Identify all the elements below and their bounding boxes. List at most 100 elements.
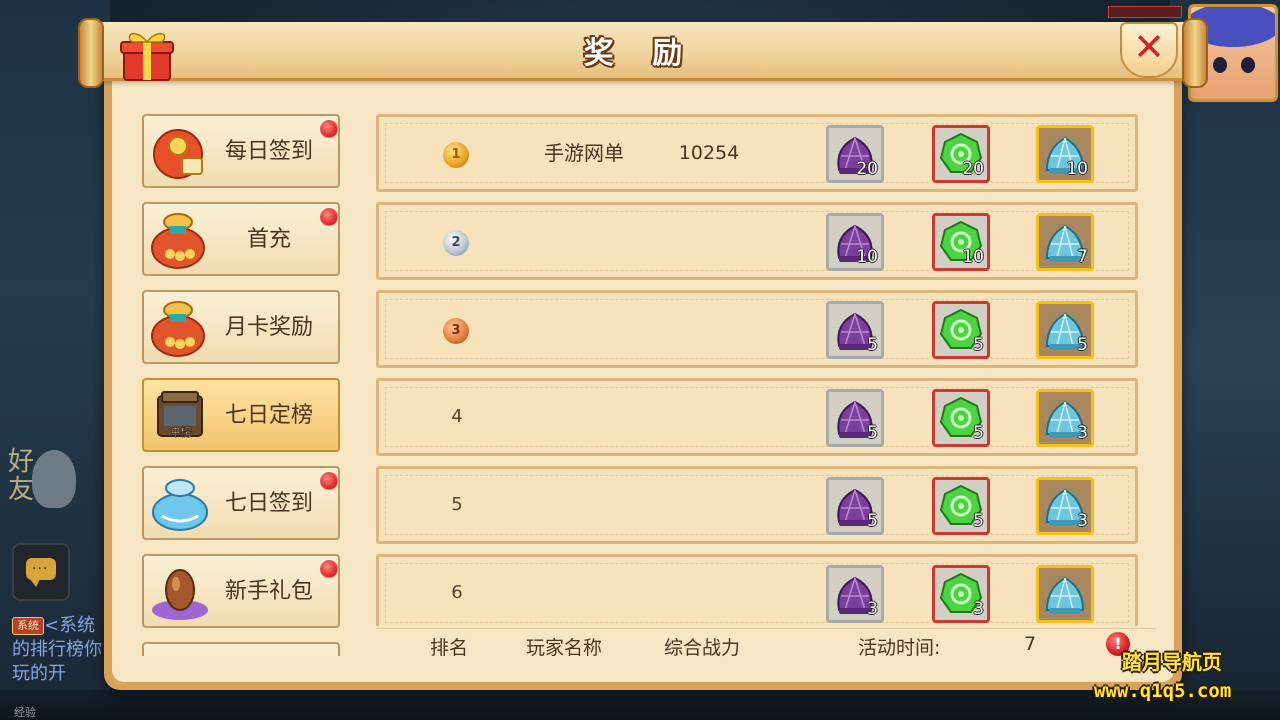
ranking-chest-icon: 冲榜	[157, 391, 203, 439]
activity-time-label: 活动时间:	[858, 637, 941, 659]
reward-slot[interactable]: 3	[1036, 477, 1094, 535]
ranking-icon-text: 冲榜	[168, 424, 192, 439]
sidebar-item-newbie-gift[interactable]: 新手礼包	[142, 554, 340, 628]
column-player-label: 玩家名称	[526, 637, 603, 659]
xp-label: 经验	[14, 706, 36, 719]
rank-number: 4	[451, 406, 463, 427]
sidebar-item-first-recharge[interactable]: 首充	[142, 202, 340, 276]
sidebar-item-daily-signin[interactable]: 每日签到	[142, 114, 340, 188]
watermark-title: 踏月导航页	[1122, 650, 1222, 674]
ranking-row: 4 5 5 3	[376, 378, 1138, 456]
close-button[interactable]: ✕	[1120, 22, 1178, 78]
reward-quantity: 20	[856, 159, 878, 179]
row-border	[385, 563, 1129, 623]
ranking-row: 5 5 5 3	[376, 466, 1138, 544]
friend-button[interactable]: 好友	[6, 448, 78, 520]
magic-egg-icon	[152, 569, 208, 620]
gift-box-icon	[120, 32, 174, 81]
sidebar-item-label: 七日签到	[224, 491, 313, 516]
player-name: 手游网单	[544, 141, 624, 165]
bronze-medal-icon: 3	[443, 318, 469, 344]
page-title: 奖 励	[583, 36, 697, 71]
row-border	[385, 299, 1129, 359]
notification-badge	[320, 472, 338, 490]
reward-quantity: 3	[867, 599, 878, 619]
sidebar-item-label: 每日签到	[224, 139, 313, 164]
sidebar-item-label: 月卡奖励	[224, 315, 313, 340]
reward-quantity: 5	[867, 423, 878, 443]
rank-number: 5	[451, 494, 463, 515]
silver-medal-icon: 2	[443, 230, 469, 256]
reward-quantity: 3	[973, 599, 984, 619]
reward-quantity: 5	[867, 511, 878, 531]
gold-medal-icon: 1	[443, 142, 469, 168]
reward-slot[interactable]: 7	[1036, 213, 1094, 271]
reward-slot[interactable]: 3	[1036, 389, 1094, 447]
row-border	[385, 475, 1129, 535]
system-tag: 系统	[12, 617, 44, 635]
reward-quantity: 10	[856, 247, 878, 267]
friend-label: 好友	[7, 447, 34, 505]
reward-slot[interactable]: 20	[932, 125, 990, 183]
ranking-row: 6 3 3	[376, 554, 1138, 626]
reward-quantity: 5	[973, 335, 984, 355]
reward-quantity: 5	[1077, 335, 1088, 355]
notification-badge	[320, 120, 338, 138]
reward-slot[interactable]: 5	[932, 301, 990, 359]
scroll-end-left	[78, 18, 104, 88]
ranking-footer: 排名 玩家名称 综合战力 活动时间: 7	[376, 628, 1156, 663]
column-power-label: 综合战力	[664, 637, 741, 659]
sidebar-item-label: 首充	[246, 227, 291, 252]
rank-number: 6	[451, 582, 463, 603]
reward-slot[interactable]: 5	[826, 389, 884, 447]
blue-bag-icon	[152, 479, 208, 531]
reward-slot[interactable]: 20	[826, 125, 884, 183]
ranking-list[interactable]: 1 手游网单 10254 20 20 10 2 10 10 7 3 5 5 5 4 5 5 3 5 5 5 3 6 3 3	[376, 114, 1140, 626]
notification-badge	[320, 208, 338, 226]
reward-slot[interactable]	[1036, 565, 1094, 623]
reward-quantity: 3	[1077, 423, 1088, 443]
row-border	[385, 211, 1129, 271]
reward-slot[interactable]: 3	[932, 565, 990, 623]
player-hp-bar	[1108, 6, 1182, 18]
activity-time-value: 7	[1024, 633, 1037, 655]
sidebar-item-seven-day-signin[interactable]: 七日签到	[142, 466, 340, 540]
sidebar-item-partial[interactable]	[142, 642, 340, 656]
watermark-url: www.q1q5.com	[1094, 680, 1232, 702]
reward-quantity: 7	[1077, 247, 1088, 267]
reward-slot[interactable]: 5	[1036, 301, 1094, 359]
reward-slot[interactable]: 10	[932, 213, 990, 271]
background-scene-right	[1170, 0, 1280, 720]
ranking-row: 1 手游网单 10254 20 20 10	[376, 114, 1138, 192]
sidebar-item-label: 七日定榜	[224, 403, 313, 428]
sidebar-item-monthly-card[interactable]: 月卡奖励	[142, 290, 340, 364]
close-icon: ✕	[1133, 25, 1165, 69]
ranking-row: 3 5 5 5	[376, 290, 1138, 368]
reward-slot[interactable]: 3	[826, 565, 884, 623]
treasure-bag-icon	[151, 213, 205, 269]
sidebar: 每日签到 首充 月卡奖励 冲榜 七日定榜 七日签到 新手礼包	[142, 114, 344, 656]
reward-quantity: 3	[1077, 511, 1088, 531]
reward-slot[interactable]: 10	[1036, 125, 1094, 183]
reward-slot[interactable]: 5	[826, 301, 884, 359]
reward-quantity: 5	[973, 511, 984, 531]
chat-button[interactable]: ···	[12, 543, 70, 601]
treasure-bag-icon	[151, 301, 205, 357]
background-scene-left	[0, 0, 110, 720]
reward-quantity: 5	[867, 335, 878, 355]
ranking-row: 2 10 10 7	[376, 202, 1138, 280]
sidebar-item-seven-day-ranking[interactable]: 冲榜 七日定榜	[142, 378, 340, 452]
reward-quantity: 5	[973, 423, 984, 443]
reward-slot[interactable]: 5	[932, 389, 990, 447]
scroll-end-right	[1182, 18, 1208, 88]
reward-slot[interactable]: 5	[826, 477, 884, 535]
red-envelope-icon	[153, 129, 203, 179]
sidebar-item-label: 新手礼包	[224, 579, 313, 604]
column-rank-label: 排名	[430, 637, 469, 659]
reward-quantity: 20	[962, 159, 984, 179]
system-chat-message: 系统 <系统的排行榜你玩的开	[12, 614, 112, 686]
notification-badge	[320, 560, 338, 578]
reward-slot[interactable]: 5	[932, 477, 990, 535]
row-border	[385, 387, 1129, 447]
reward-slot[interactable]: 10	[826, 213, 884, 271]
